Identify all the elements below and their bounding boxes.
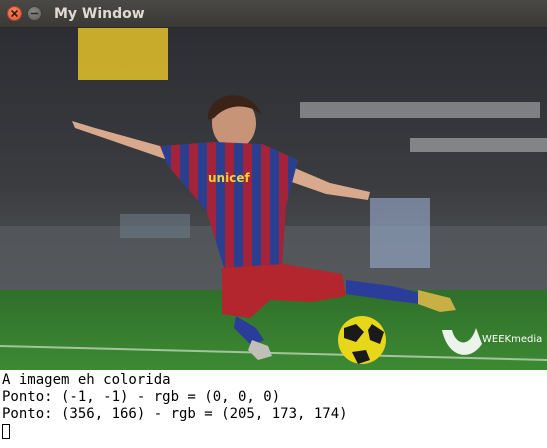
terminal-line: Ponto: (356, 166) - rgb = (205, 173, 174… xyxy=(2,406,348,422)
minimize-icon xyxy=(30,12,39,15)
close-icon xyxy=(11,10,18,17)
minimize-button[interactable] xyxy=(27,6,42,21)
shirt-text: unicef xyxy=(208,171,250,185)
window-titlebar: My Window xyxy=(0,0,547,28)
terminal-line: Ponto: (-1, -1) - rgb = (0, 0, 0) xyxy=(2,389,281,405)
image-display[interactable]: unicef WEEKmedia xyxy=(0,28,547,370)
watermark-text: WEEKmedia xyxy=(482,334,542,345)
window-title: My Window xyxy=(54,6,145,22)
football-photo: unicef WEEKmedia xyxy=(0,28,547,370)
terminal-cursor xyxy=(2,424,10,439)
close-button[interactable] xyxy=(7,6,22,21)
terminal-line: A imagem eh colorida xyxy=(2,372,171,388)
terminal-output: A imagem eh colorida Ponto: (-1, -1) - r… xyxy=(0,370,547,448)
